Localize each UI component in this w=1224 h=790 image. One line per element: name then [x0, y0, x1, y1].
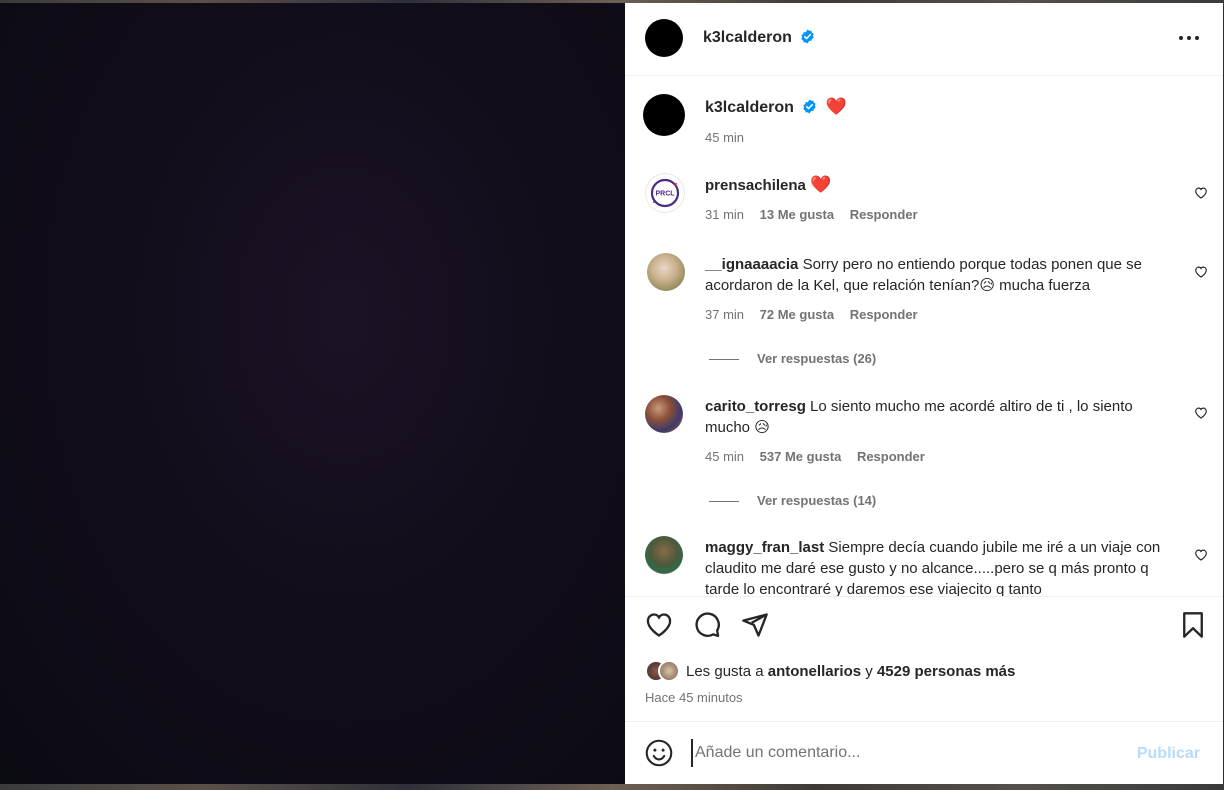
view-replies-button[interactable]: Ver respuestas (14) — [709, 493, 876, 508]
background-strip-bottom — [0, 784, 1224, 790]
comment-like-heart-icon[interactable] — [1194, 548, 1208, 561]
comment-like-heart-icon[interactable] — [1194, 186, 1208, 199]
comment-avatar[interactable] — [645, 395, 683, 433]
prensachilena-logo-text: PRCL — [655, 191, 675, 198]
caption-time[interactable]: 45 min — [705, 130, 744, 145]
comment-bubble-icon[interactable] — [693, 611, 721, 639]
replies-divider-line — [709, 359, 739, 361]
author-avatar[interactable] — [645, 19, 683, 57]
author-username[interactable]: k3lcalderon — [703, 29, 792, 46]
comment-body: prensachilena ❤️ — [705, 175, 831, 196]
comment-username[interactable]: __ignaaaacia — [705, 256, 798, 273]
likes-others-count[interactable]: 4529 personas más — [877, 663, 1015, 680]
comment-meta: 45 min 537 Me gusta Responder — [705, 449, 937, 464]
reply-button[interactable]: Responder — [850, 207, 918, 222]
comment-avatar[interactable] — [647, 253, 685, 291]
comment-username[interactable]: carito_torresg — [705, 398, 806, 415]
post-actions: Les gusta a antonellarios y 4529 persona… — [625, 596, 1223, 722]
likes-connector: y — [865, 663, 873, 680]
comment-time[interactable]: 45 min — [705, 449, 744, 464]
view-replies-button[interactable]: Ver respuestas (26) — [709, 351, 876, 366]
comment-time[interactable]: 37 min — [705, 307, 744, 322]
comment-likes[interactable]: 537 Me gusta — [760, 449, 842, 464]
comment-username[interactable]: maggy_fran_last — [705, 539, 824, 556]
comment-input[interactable] — [691, 739, 1137, 767]
view-replies-label: Ver respuestas (26) — [757, 351, 877, 366]
view-replies-label: Ver respuestas (14) — [757, 493, 877, 508]
comment-avatar[interactable]: PRCL — [645, 173, 685, 213]
comments-list[interactable]: k3lcalderon ❤️ 45 min PRCL prensachilena… — [625, 76, 1223, 596]
prensachilena-logo-icon: PRCL — [650, 178, 680, 208]
comment-likes[interactable]: 72 Me gusta — [760, 307, 834, 322]
post-media[interactable] — [0, 3, 625, 784]
comment-body: __ignaaaacia Sorry pero no entiendo porq… — [705, 254, 1175, 296]
comment-text: ❤️ — [810, 175, 832, 195]
comment-avatar[interactable] — [645, 536, 683, 574]
caption-row: k3lcalderon ❤️ — [705, 97, 847, 117]
emoji-picker-icon[interactable] — [645, 739, 673, 767]
author-name-row: k3lcalderon — [703, 29, 815, 47]
caption-text: ❤️ — [825, 97, 848, 117]
post-timestamp[interactable]: Hace 45 minutos — [645, 690, 743, 705]
comment-like-heart-icon[interactable] — [1194, 406, 1208, 419]
comment-time[interactable]: 31 min — [705, 207, 744, 222]
replies-divider-line — [709, 501, 739, 503]
likes-prefix: Les gusta a — [686, 663, 764, 680]
caption-meta: 45 min — [705, 130, 756, 145]
comment-meta: 31 min 13 Me gusta Responder — [705, 207, 930, 222]
verified-badge-icon — [801, 29, 814, 44]
liker-avatar[interactable] — [658, 660, 680, 682]
more-options-icon[interactable] — [1177, 33, 1201, 43]
publish-button[interactable]: Publicar — [1137, 745, 1200, 763]
comment-likes[interactable]: 13 Me gusta — [760, 207, 834, 222]
post-side-panel: k3lcalderon k3lcalderon ❤️ 45 min PRCL p… — [625, 3, 1223, 784]
comment-username[interactable]: prensachilena — [705, 177, 806, 194]
like-heart-icon[interactable] — [645, 611, 673, 639]
comment-body: maggy_fran_last Siempre decía cuando jub… — [705, 537, 1175, 596]
save-bookmark-icon[interactable] — [1179, 611, 1207, 639]
reply-button[interactable]: Responder — [850, 307, 918, 322]
verified-badge-icon — [803, 99, 816, 114]
likes-first-user[interactable]: antonellarios — [768, 663, 861, 680]
caption-username[interactable]: k3lcalderon — [705, 99, 794, 116]
comment-composer: Publicar — [625, 721, 1223, 784]
reply-button[interactable]: Responder — [857, 449, 925, 464]
caption-author-avatar[interactable] — [643, 94, 685, 136]
comment-meta: 37 min 72 Me gusta Responder — [705, 307, 930, 322]
comment-like-heart-icon[interactable] — [1194, 265, 1208, 278]
post-header: k3lcalderon — [625, 3, 1223, 76]
share-send-icon[interactable] — [741, 611, 769, 639]
comment-body: carito_torresg Lo siento mucho me acordé… — [705, 396, 1175, 438]
likes-summary: Les gusta a antonellarios y 4529 persona… — [645, 660, 1015, 682]
